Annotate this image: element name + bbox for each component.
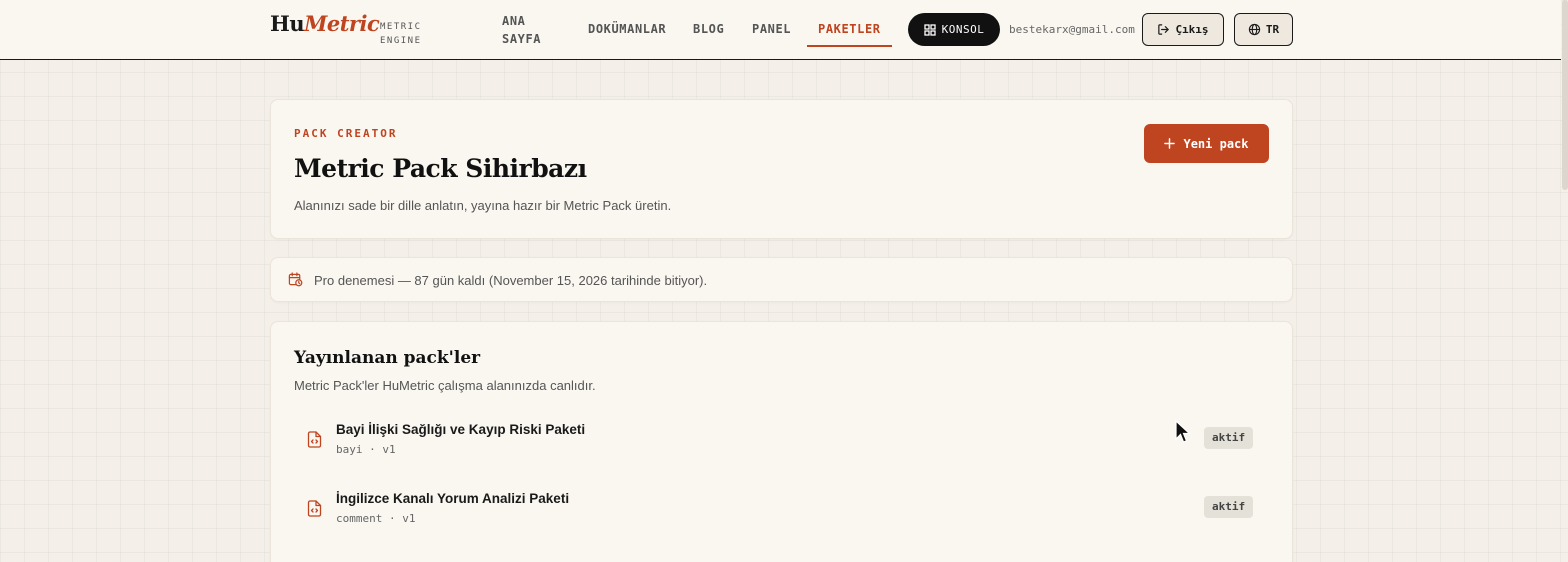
logo-subtitle: METRIC ENGINE bbox=[380, 22, 422, 46]
logo-text-metric: Metric bbox=[304, 11, 380, 36]
new-pack-button-label: Yeni pack bbox=[1183, 136, 1249, 151]
plus-icon bbox=[1164, 138, 1176, 149]
pack-version: v1 bbox=[402, 512, 416, 525]
logout-button-label: Çıkış bbox=[1175, 23, 1209, 36]
published-packs-description: Metric Pack'ler HuMetric çalışma alanını… bbox=[294, 378, 596, 393]
nav-docs[interactable]: DOKÜMANLAR bbox=[588, 22, 666, 36]
language-button-label: TR bbox=[1265, 23, 1280, 36]
pack-slug: bayi bbox=[336, 443, 363, 456]
status-badge: aktif bbox=[1204, 427, 1254, 449]
pack-slug: comment bbox=[336, 512, 383, 525]
new-pack-button[interactable]: Yeni pack bbox=[1144, 124, 1269, 163]
language-button[interactable]: TR bbox=[1234, 13, 1293, 46]
top-navigation-bar: HuMetric METRIC ENGINE ANA SAYFA DOKÜMAN… bbox=[0, 0, 1561, 60]
pack-list-item[interactable]: Bayi İlişki Sağlığı ve Kayıp Riski Paket… bbox=[294, 419, 1270, 475]
nav-home[interactable]: ANA SAYFA bbox=[502, 12, 562, 48]
page-title: Metric Pack Sihirbazı bbox=[294, 154, 587, 183]
page-description: Alanınızı sade bir dille anlatın, yayına… bbox=[294, 198, 672, 213]
status-badge: aktif bbox=[1204, 496, 1254, 518]
active-nav-indicator bbox=[807, 45, 892, 47]
pack-name: İngilizce Kanalı Yorum Analizi Paketi bbox=[336, 491, 570, 506]
pack-creator-eyebrow: PACK CREATOR bbox=[294, 127, 398, 140]
user-email: bestekarx@gmail.com bbox=[1009, 23, 1135, 36]
humetric-logo[interactable]: HuMetric bbox=[270, 11, 380, 36]
logo-text-hu: Hu bbox=[270, 11, 305, 36]
nav-packs[interactable]: PAKETLER bbox=[818, 22, 881, 36]
pack-creator-card: PACK CREATOR Metric Pack Sihirbazı Alanı… bbox=[270, 99, 1293, 239]
logout-icon bbox=[1158, 24, 1170, 35]
globe-icon bbox=[1248, 23, 1261, 36]
pack-meta: bayi · v1 bbox=[336, 443, 396, 456]
pack-meta: comment · v1 bbox=[336, 512, 416, 525]
published-packs-card: Yayınlanan pack'ler Metric Pack'ler HuMe… bbox=[270, 321, 1293, 562]
published-packs-title: Yayınlanan pack'ler bbox=[294, 348, 481, 368]
logout-button[interactable]: Çıkış bbox=[1142, 13, 1224, 46]
nav-blog[interactable]: BLOG bbox=[693, 22, 724, 36]
pack-name: Bayi İlişki Sağlığı ve Kayıp Riski Paket… bbox=[336, 422, 586, 437]
trial-notice: Pro denemesi — 87 gün kaldı (November 15… bbox=[270, 257, 1293, 302]
console-button[interactable]: KONSOL bbox=[908, 13, 1000, 46]
nav-panel[interactable]: PANEL bbox=[752, 22, 791, 36]
pack-list-item[interactable]: İngilizce Kanalı Yorum Analizi Paketi co… bbox=[294, 488, 1270, 544]
console-button-label: KONSOL bbox=[941, 23, 985, 36]
mouse-pointer-icon bbox=[1175, 420, 1191, 443]
trial-notice-text: Pro denemesi — 87 gün kaldı (November 15… bbox=[314, 273, 708, 288]
page-scrollbar-thumb[interactable] bbox=[1562, 0, 1568, 190]
calendar-clock-icon bbox=[288, 272, 303, 287]
grid-icon bbox=[923, 23, 936, 36]
pack-version: v1 bbox=[382, 443, 396, 456]
file-code-icon bbox=[307, 431, 322, 448]
file-code-icon bbox=[307, 500, 322, 517]
